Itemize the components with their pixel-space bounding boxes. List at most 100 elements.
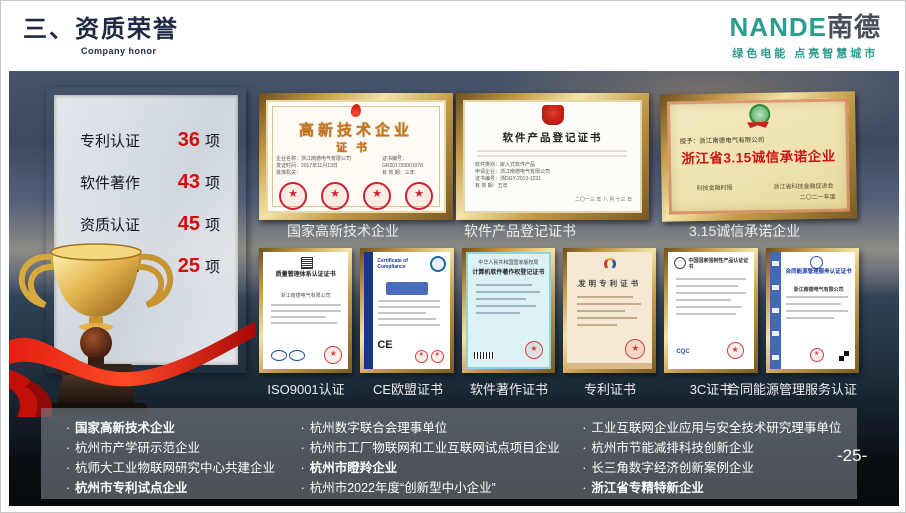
certificate-high-tech-enterprise: 高新技术企业 证书 企业名称：浙江南德电气有限公司 发证时间：2017年11月1… <box>259 93 453 220</box>
text-line <box>786 310 848 312</box>
band-logo-icon <box>772 355 779 360</box>
honor-text: 杭师大工业物联网研究中心共建企业 <box>75 461 275 475</box>
cert-footer-year: 二〇二一年度 <box>800 192 836 202</box>
header: 三、资质荣誉 Company honor NANDE南德 绿色电能 点亮智慧城市 <box>1 1 905 71</box>
text-line <box>676 278 746 280</box>
text-line <box>786 303 841 305</box>
text-line <box>577 296 633 298</box>
blue-band <box>364 252 373 369</box>
text-line <box>577 324 617 326</box>
cert-fields: 软件类别：嵌入式软件产品 申请企业：浙江南德电气有限公司 证书编号：浙DGY-2… <box>475 162 575 190</box>
bullet-icon: · <box>577 418 591 438</box>
cert-title: 发明专利证书 <box>567 278 652 289</box>
cert-caption: 软件产品登记证书 <box>464 221 576 241</box>
honor-text: 杭州市专利试点企业 <box>75 481 188 495</box>
stat-unit: 项 <box>205 214 220 235</box>
text-line <box>477 155 627 157</box>
honor-text: 杭州市工厂物联网和工业互联网试点项目企业 <box>310 441 560 455</box>
qr-code <box>839 351 849 361</box>
text-line <box>476 312 520 314</box>
cert-fields-right: 证书编号：GR201733001078 有 效 期：三年 <box>382 156 444 177</box>
logo-en-text: NANDE <box>730 12 827 42</box>
logo-tagline: 绿色电能 点亮智慧城市 <box>730 45 881 61</box>
honors-band: ·国家高新技术企业 ·杭州市产学研示范企业 ·杭师大工业物联网研究中心共建企业 … <box>41 408 857 499</box>
stats-frame: 专利认证 36 项 软件著作 43 项 资质认证 45 项 荣誉证书 25 <box>46 87 246 373</box>
certificate-content: 中华人民共和国国家版权局 计算机软件著作权登记证书 ★ <box>466 252 551 369</box>
stat-unit: 项 <box>205 256 220 277</box>
certificate-3c: 中国国家强制性产品认证证书 CQC ★ <box>664 248 757 373</box>
stat-row-qualifications: 资质认证 45 项 <box>54 213 238 236</box>
honor-item: ·杭州数字联合会理事单位 <box>296 418 578 438</box>
bullet-icon: · <box>577 438 591 458</box>
text-line <box>676 306 742 308</box>
seal-icon: ★ <box>405 182 433 210</box>
seal-icon: ★ <box>727 342 744 359</box>
cert-caption: 软件著作证书 <box>470 379 548 398</box>
cert-caption: 专利证书 <box>584 379 636 398</box>
certificate-content: Certificate of Compliance CE ★ ★ <box>364 252 449 369</box>
logo-wordmark: NANDE南德 <box>730 13 881 41</box>
notified-body-icon <box>430 256 446 272</box>
honor-item: ·杭州市专利试点企业 <box>61 478 296 498</box>
stat-value: 43 <box>178 171 200 194</box>
cert-caption: CE欧盟证书 <box>373 379 443 398</box>
text-line <box>786 317 834 319</box>
blue-label <box>386 282 428 295</box>
text-line <box>476 305 536 307</box>
honor-item: ·浙江省专精特新企业 <box>577 478 857 498</box>
certificate-ce: Certificate of Compliance CE ★ ★ <box>360 248 453 373</box>
ccc-logo-icon <box>674 257 686 269</box>
barcode <box>474 352 494 359</box>
cert-subtitle: 证书 <box>266 139 446 155</box>
certificate-patent: 发明专利证书 ★ <box>563 248 656 373</box>
certificate-content: 质量管理体系认证证书 浙江南德电气有限公司 ★ <box>263 252 348 369</box>
cert-title: 中国国家强制性产品认证证书 <box>688 258 750 270</box>
honor-item: ·杭师大工业物联网研究中心共建企业 <box>61 458 296 478</box>
stat-label: 资质认证 <box>80 214 140 235</box>
cert-company: 浙江南德电气有限公司 <box>263 292 348 299</box>
cqc-mark: CQC <box>676 349 689 355</box>
seal-icon: ★ <box>625 339 645 359</box>
certificate-content: 发明专利证书 ★ <box>567 252 652 369</box>
slide: 三、资质荣誉 Company honor NANDE南德 绿色电能 点亮智慧城市… <box>0 0 906 513</box>
iso-logo-icon <box>301 257 313 269</box>
blue-band <box>770 252 781 369</box>
bullet-icon: · <box>296 438 310 458</box>
cert-field: 软件类别：嵌入式软件产品 <box>475 162 575 169</box>
red-stamps: ★ ★ ★ ★ <box>266 182 446 210</box>
honor-item: ·工业互联网企业应用与安全技术研究理事单位 <box>577 418 857 438</box>
text-line <box>476 298 526 300</box>
cert-field: 发证时间：2017年11月13日 <box>276 163 376 170</box>
stats-panel: 专利认证 36 项 软件著作 43 项 资质认证 45 项 荣誉证书 25 <box>54 95 238 365</box>
text-line <box>577 310 625 312</box>
cert-footer-right: 浙江省科技金融促进会 <box>773 181 833 191</box>
honors-column-1: ·国家高新技术企业 ·杭州市产学研示范企业 ·杭师大工业物联网研究中心共建企业 … <box>61 418 296 499</box>
page-number: -25- <box>837 446 867 466</box>
cert-title: 软件产品登记证书 <box>463 130 642 145</box>
honor-text: 杭州市节能减排科技创新企业 <box>591 441 754 455</box>
text-line <box>676 313 736 315</box>
cert-award-line: 授予：浙江南德电气有限公司 <box>680 134 765 145</box>
cec-logo-icon <box>810 256 823 269</box>
seal-icon: ★ <box>525 341 543 359</box>
cert-caption: 3.15诚信承诺企业 <box>689 221 800 241</box>
honors-column-2: ·杭州数字联合会理事单位 ·杭州市工厂物联网和工业互联网试点项目企业 ·杭州市瞪… <box>296 418 578 499</box>
cert-field: 有 效 期：五年 <box>475 183 575 190</box>
bullet-icon: · <box>296 458 310 478</box>
certificate-content: 中国国家强制性产品认证证书 CQC ★ <box>668 252 753 369</box>
text-line <box>476 291 540 293</box>
certificate-content: 高新技术企业 证书 企业名称：浙江南德电气有限公司 发证时间：2017年11月1… <box>266 100 446 213</box>
seal-icon: ★ <box>324 346 342 364</box>
honor-text: 长三角数字经济创新案例企业 <box>591 461 754 475</box>
honor-text: 国家高新技术企业 <box>75 421 175 435</box>
text-line <box>476 284 532 286</box>
honor-text: 杭州市产学研示范企业 <box>75 441 200 455</box>
logo-cn-text: 南德 <box>827 12 881 42</box>
cnipa-logo-icon <box>604 258 616 270</box>
stat-value: 36 <box>178 129 200 152</box>
honors-column-3: ·工业互联网企业应用与安全技术研究理事单位 ·杭州市节能减排科技创新企业 ·长三… <box>577 418 857 499</box>
cert-fields-left: 企业名称：浙江南德电气有限公司 发证时间：2017年11月13日 批准机关： <box>276 156 376 177</box>
page-subtitle: Company honor <box>81 46 179 56</box>
honor-text: 杭州数字联合会理事单位 <box>310 421 448 435</box>
certificate-315-integrity: 授予：浙江南德电气有限公司 浙江省3.15诚信承诺企业 科技金融时报 浙江省科技… <box>660 91 857 221</box>
